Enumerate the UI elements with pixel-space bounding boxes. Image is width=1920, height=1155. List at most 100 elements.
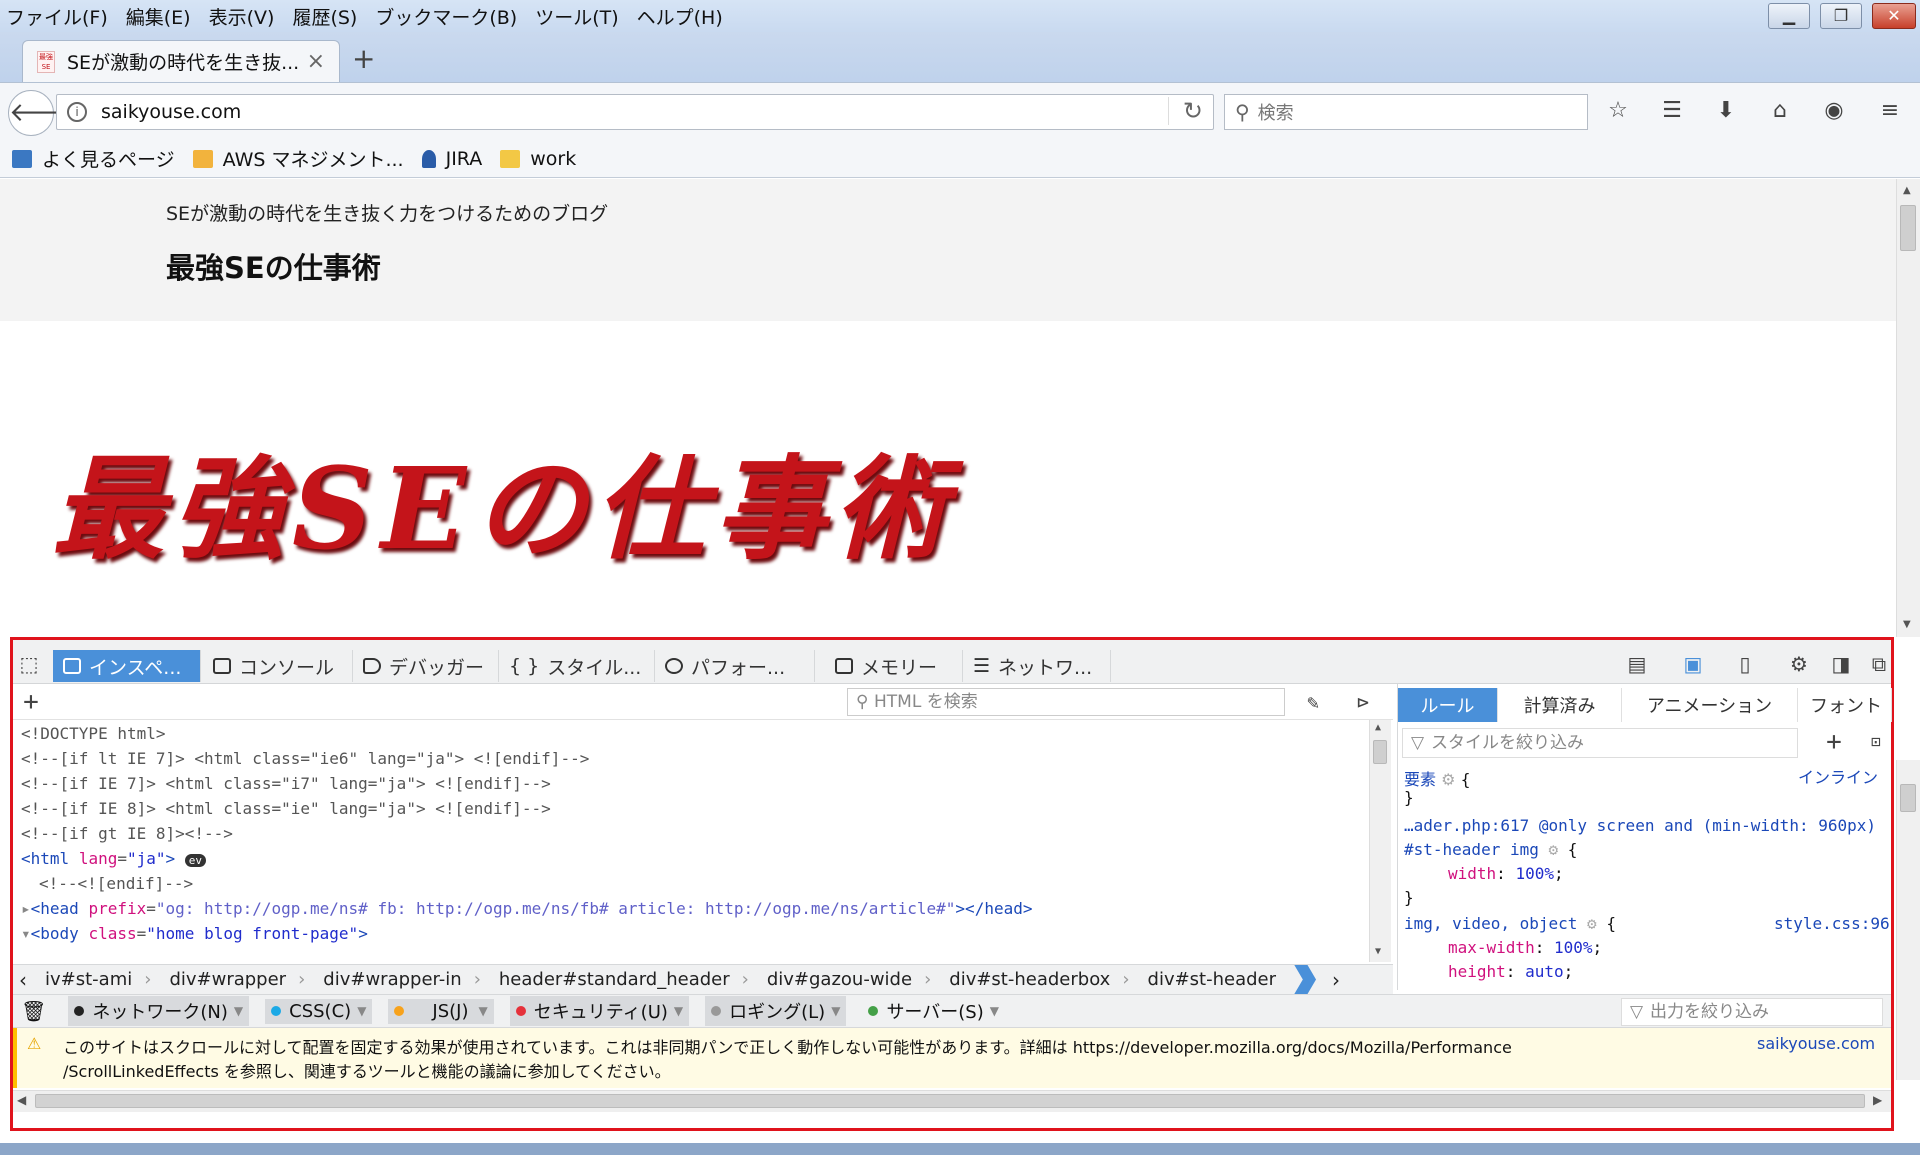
breadcrumb-item[interactable]: div#wrapper	[169, 969, 286, 990]
filter-logging[interactable]: ロギング(L) ▼	[705, 996, 847, 1026]
rule-declaration[interactable]: width: 100%;	[1448, 864, 1564, 883]
rule-element-selector[interactable]: 要素 ⚙ {	[1404, 766, 1471, 790]
scroll-left-icon[interactable]: ◀	[17, 1093, 26, 1107]
search-bar[interactable]: ⚲ 検索	[1224, 94, 1588, 130]
rule-inline-source[interactable]: インライン	[1798, 764, 1878, 788]
hamburger-menu-icon[interactable]: ≡	[1876, 97, 1904, 125]
breadcrumb-item[interactable]: div#st-headerbox	[949, 969, 1110, 990]
console-hscroll-thumb[interactable]	[35, 1094, 1865, 1108]
expand-arrow-icon[interactable]: ▸	[21, 899, 31, 918]
rule-selector[interactable]: img, video, object ⚙ {	[1404, 914, 1616, 933]
output-filter-input[interactable]: ▽ 出力を絞り込み	[1621, 998, 1883, 1026]
bookmark-folder-work[interactable]: work	[500, 148, 576, 170]
rule-declaration[interactable]: height: auto;	[1448, 962, 1573, 981]
tab-animations[interactable]: アニメーション	[1622, 688, 1798, 722]
devtools-scrollbar[interactable]	[1896, 760, 1920, 1080]
markup-line-comment-ie8[interactable]: <!--[if IE 8]> <html class="ie" lang="ja…	[21, 799, 551, 818]
menu-file[interactable]: ファイル(F)	[6, 3, 108, 30]
tab-rules[interactable]: ルール	[1398, 688, 1498, 722]
page-scroll-thumb[interactable]	[1900, 205, 1916, 251]
tab-console[interactable]: コンソール	[203, 650, 353, 682]
layout-toggle-icon[interactable]: ▤	[1623, 650, 1651, 678]
add-rule-icon[interactable]: +	[1820, 728, 1848, 756]
breadcrumb-item[interactable]: div#wrapper-in	[323, 969, 461, 990]
collapse-arrow-icon[interactable]: ▾	[21, 924, 31, 943]
tab-network[interactable]: ☰ ネットワ...	[963, 650, 1111, 682]
gear-icon[interactable]: ⚙	[1549, 840, 1559, 859]
site-banner-logo[interactable]: 最強SEの仕事術	[52, 419, 954, 581]
menu-tools[interactable]: ツール(T)	[535, 3, 618, 30]
breadcrumb-left-arrow-icon[interactable]: ‹	[19, 968, 27, 992]
trash-icon[interactable]: 🗑	[21, 999, 46, 1023]
markup-line-body[interactable]: ▾<body class="home blog front-page">	[21, 924, 368, 943]
event-badge[interactable]: ev	[184, 854, 207, 867]
bookmark-most-visited[interactable]: よく見るページ	[12, 145, 175, 172]
toggle-pseudo-class-icon[interactable]: ⊡	[1862, 728, 1890, 756]
scroll-up-icon[interactable]: ▲	[1375, 722, 1381, 733]
reload-icon[interactable]: ↻	[1167, 97, 1203, 125]
devtools-scroll-thumb[interactable]	[1900, 784, 1916, 812]
bookmarks-list-icon[interactable]: ☰	[1658, 97, 1686, 125]
pocket-icon[interactable]: ◉	[1820, 97, 1848, 125]
tab-active[interactable]: 最強SE SEが激動の時代を生き抜... ×	[22, 40, 340, 82]
back-button[interactable]: 🡐	[8, 90, 79, 136]
tab-memory[interactable]: メモリー	[815, 650, 963, 682]
site-title[interactable]: 最強SEの仕事術	[166, 245, 381, 287]
menu-edit[interactable]: 編集(E)	[126, 3, 191, 30]
scroll-down-icon[interactable]: ▼	[1903, 619, 1911, 630]
eyedropper-icon[interactable]: ✎	[1299, 688, 1327, 716]
tab-close-icon[interactable]: ×	[307, 49, 325, 74]
tab-inspector[interactable]: インスペ...	[53, 650, 201, 682]
bookmark-star-icon[interactable]: ☆	[1604, 97, 1632, 125]
info-icon[interactable]: i	[67, 102, 87, 122]
close-window-button[interactable]: ✕	[1872, 3, 1916, 29]
breadcrumb-right-arrow-icon[interactable]: ›	[1332, 968, 1340, 992]
tab-debugger[interactable]: デバッガー	[353, 650, 499, 682]
page-scrollbar[interactable]: ▲ ▼	[1896, 179, 1920, 637]
console-hscrollbar[interactable]: ◀ ▶	[13, 1090, 1891, 1112]
menu-help[interactable]: ヘルプ(H)	[637, 3, 723, 30]
filter-security[interactable]: セキュリティ(U) ▼	[509, 996, 690, 1026]
home-icon[interactable]: ⌂	[1766, 97, 1794, 125]
download-icon[interactable]: ⬇	[1712, 97, 1740, 125]
breadcrumb-item[interactable]: header#standard_header	[499, 969, 730, 990]
scroll-up-icon[interactable]: ▲	[1903, 185, 1911, 196]
restore-button[interactable]: ❐	[1820, 3, 1862, 29]
scroll-down-icon[interactable]: ▼	[1375, 946, 1381, 957]
filter-network[interactable]: ネットワーク(N) ▼	[68, 996, 250, 1026]
scroll-right-icon[interactable]: ▶	[1873, 1093, 1882, 1107]
breadcrumb-item-selected[interactable]: div#st-header	[1148, 969, 1277, 990]
rule-selector[interactable]: #st-header img ⚙ {	[1404, 840, 1577, 859]
rule-media-query[interactable]: …ader.php:617 @only screen and (min-widt…	[1404, 816, 1876, 835]
settings-gear-icon[interactable]: ⚙	[1785, 650, 1813, 678]
tab-style-editor[interactable]: { } スタイル...	[499, 650, 655, 682]
markup-line-comment-gt-ie8[interactable]: <!--[if gt IE 8]><!-->	[21, 824, 233, 843]
responsive-design-icon[interactable]: ▯	[1731, 650, 1759, 678]
add-node-icon[interactable]: +	[17, 688, 45, 716]
tab-computed[interactable]: 計算済み	[1498, 688, 1622, 722]
menu-history[interactable]: 履歴(S)	[292, 3, 357, 30]
filter-js[interactable]: JS(J) ▼	[388, 998, 494, 1024]
breadcrumb-item[interactable]: iv#st-ami	[45, 969, 132, 990]
markup-line-html[interactable]: <html lang="ja"> ev	[21, 849, 207, 868]
pick-element-icon[interactable]: ⬚	[15, 650, 43, 678]
split-console-icon[interactable]: ▣	[1679, 650, 1707, 678]
tab-fonts[interactable]: フォント	[1798, 688, 1892, 722]
minimize-button[interactable]: ▁	[1768, 3, 1810, 29]
gear-icon[interactable]: ⚙	[1441, 770, 1455, 789]
url-text[interactable]: saikyouse.com	[101, 101, 241, 123]
menu-bookmarks[interactable]: ブックマーク(B)	[375, 3, 517, 30]
rule-source-link[interactable]: style.css:96	[1774, 914, 1890, 933]
filter-server[interactable]: サーバー(S) ▼	[862, 996, 1005, 1026]
dock-side-icon[interactable]: ◨	[1827, 650, 1855, 678]
style-filter-input[interactable]: ▽ スタイルを絞り込み	[1402, 728, 1798, 758]
warning-source-link[interactable]: saikyouse.com	[1757, 1034, 1875, 1053]
markup-line-comment-ie7[interactable]: <!--[if IE 7]> <html class="i7" lang="ja…	[21, 774, 551, 793]
bookmark-jira[interactable]: JIRA	[421, 148, 482, 170]
gear-icon[interactable]: ⚙	[1587, 914, 1597, 933]
menu-view[interactable]: 表示(V)	[209, 3, 275, 30]
markup-scroll-thumb[interactable]	[1373, 740, 1387, 764]
markup-line-doctype[interactable]: <!DOCTYPE html>	[21, 724, 166, 743]
url-bar[interactable]: i saikyouse.com ↻	[56, 94, 1214, 130]
markup-line-endif[interactable]: <!--<![endif]-->	[39, 874, 193, 893]
